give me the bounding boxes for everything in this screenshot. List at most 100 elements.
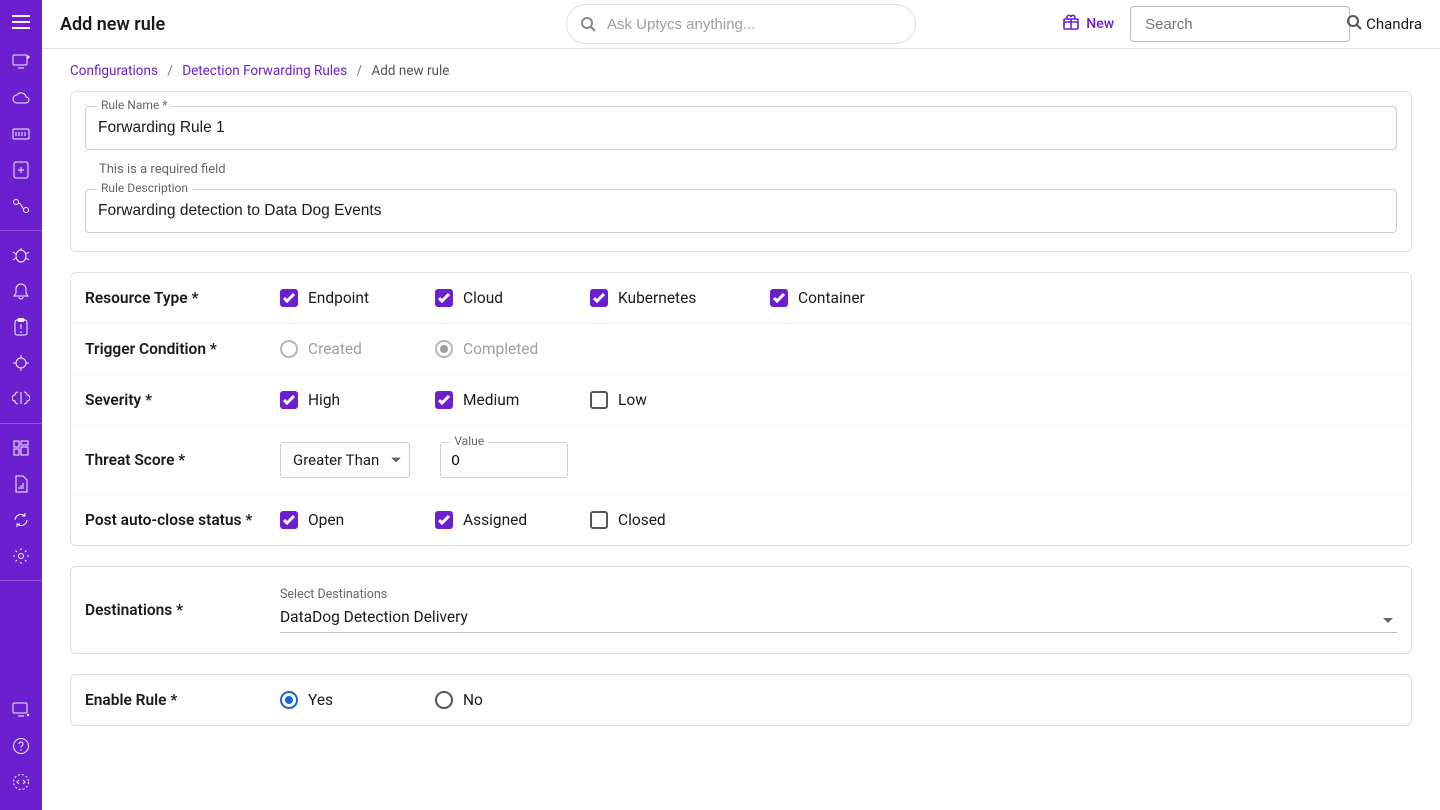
row-resource-type: Resource Type * Endpoint Cloud Kubernete… xyxy=(71,273,1411,323)
destinations-label: Destinations * xyxy=(85,601,280,619)
monitor-icon[interactable] xyxy=(0,44,42,80)
destinations-select[interactable]: DataDog Detection Delivery xyxy=(280,604,1397,633)
side-nav xyxy=(0,0,42,810)
trigger-condition-label: Trigger Condition * xyxy=(85,340,280,358)
search-input[interactable] xyxy=(1143,15,1346,34)
enable-rule-label: Enable Rule * xyxy=(85,691,280,709)
severity-label: Severity * xyxy=(85,391,280,409)
radio-completed: Completed xyxy=(435,340,540,358)
checkbox-label: Endpoint xyxy=(308,289,369,307)
radio-label: Completed xyxy=(463,340,538,358)
flow-icon[interactable] xyxy=(0,188,42,224)
target-icon[interactable] xyxy=(0,345,42,381)
radio-icon xyxy=(280,340,298,358)
dashboard-icon[interactable] xyxy=(0,430,42,466)
report-icon[interactable] xyxy=(0,466,42,502)
checkbox-icon xyxy=(435,511,453,529)
radio-yes[interactable]: Yes xyxy=(280,691,385,709)
global-search[interactable] xyxy=(1130,6,1350,42)
ask-input[interactable] xyxy=(566,4,916,44)
search-icon xyxy=(1346,14,1362,34)
page-title: Add new rule xyxy=(60,14,165,35)
checkbox-endpoint[interactable]: Endpoint xyxy=(280,289,385,307)
checkbox-icon xyxy=(435,289,453,307)
checkbox-icon xyxy=(435,391,453,409)
checkbox-cloud[interactable]: Cloud xyxy=(435,289,540,307)
checkbox-icon xyxy=(590,511,608,529)
resource-type-label: Resource Type * xyxy=(85,289,280,307)
radio-created: Created xyxy=(280,340,385,358)
checkbox-container[interactable]: Container xyxy=(770,289,875,307)
search-icon xyxy=(580,16,596,32)
cloud-icon[interactable] xyxy=(0,80,42,116)
gear-icon[interactable] xyxy=(0,538,42,574)
bell-icon[interactable] xyxy=(0,273,42,309)
checkbox-label: High xyxy=(308,391,340,409)
checkbox-high[interactable]: High xyxy=(280,391,385,409)
radio-no[interactable]: No xyxy=(435,691,540,709)
radio-label: No xyxy=(463,691,483,709)
bug-icon[interactable] xyxy=(0,237,42,273)
checkbox-label: Closed xyxy=(618,511,666,529)
card-destinations: Destinations * Select Destinations DataD… xyxy=(70,566,1412,654)
checkbox-closed[interactable]: Closed xyxy=(590,511,720,529)
new-label: New xyxy=(1086,16,1114,32)
rule-description-label: Rule Description xyxy=(97,181,192,195)
checkbox-low[interactable]: Low xyxy=(590,391,720,409)
post-status-label: Post auto-close status * xyxy=(85,511,280,529)
checkbox-icon xyxy=(280,289,298,307)
radio-label: Yes xyxy=(308,691,333,709)
ask-anything-wrap xyxy=(566,4,916,44)
radio-label: Created xyxy=(308,340,362,358)
menu-icon[interactable] xyxy=(0,0,42,44)
main: Configurations / Detection Forwarding Ru… xyxy=(42,49,1440,810)
top-bar: Add new rule New Chandra xyxy=(42,0,1440,49)
code-icon[interactable] xyxy=(0,764,42,800)
radio-icon xyxy=(435,340,453,358)
threat-score-operator-select[interactable]: Greater Than xyxy=(280,442,410,478)
checkbox-icon xyxy=(590,289,608,307)
brain-icon[interactable] xyxy=(0,381,42,417)
clipboard-alert-icon[interactable] xyxy=(0,309,42,345)
select-value: DataDog Detection Delivery xyxy=(280,608,468,626)
crumb-detection-rules[interactable]: Detection Forwarding Rules xyxy=(182,63,347,79)
checkbox-assigned[interactable]: Assigned xyxy=(435,511,540,529)
crumb-current: Add new rule xyxy=(371,63,449,79)
card-rule-basics: Rule Name * This is a required field Rul… xyxy=(70,91,1412,252)
rule-description-input[interactable] xyxy=(85,189,1397,233)
username[interactable]: Chandra xyxy=(1366,15,1422,33)
shield-plus-icon[interactable] xyxy=(0,152,42,188)
crumb-configurations[interactable]: Configurations xyxy=(70,63,158,79)
checkbox-label: Cloud xyxy=(463,289,503,307)
checkbox-icon xyxy=(770,289,788,307)
row-trigger-condition: Trigger Condition * Created Completed xyxy=(71,323,1411,374)
display-settings-icon[interactable] xyxy=(0,692,42,728)
card-criteria: Resource Type * Endpoint Cloud Kubernete… xyxy=(70,272,1412,546)
rule-name-label: Rule Name * xyxy=(97,98,171,112)
card-enable-rule: Enable Rule * Yes No xyxy=(70,674,1412,726)
checkbox-label: Medium xyxy=(463,391,519,409)
threat-score-label: Threat Score * xyxy=(85,451,280,469)
checkbox-icon xyxy=(280,511,298,529)
chevron-down-icon xyxy=(391,458,401,463)
barcode-icon[interactable] xyxy=(0,116,42,152)
help-icon[interactable] xyxy=(0,728,42,764)
checkbox-medium[interactable]: Medium xyxy=(435,391,540,409)
new-button[interactable]: New xyxy=(1062,14,1114,34)
checkbox-label: Open xyxy=(308,511,344,529)
row-severity: Severity * High Medium Low xyxy=(71,374,1411,425)
rule-name-input[interactable] xyxy=(85,106,1397,150)
checkbox-label: Kubernetes xyxy=(618,289,696,307)
refresh-icon[interactable] xyxy=(0,502,42,538)
radio-icon xyxy=(280,691,298,709)
row-threat-score: Threat Score * Greater Than Value xyxy=(71,425,1411,494)
destinations-select-label: Select Destinations xyxy=(280,587,1397,602)
radio-icon xyxy=(435,691,453,709)
checkbox-icon xyxy=(590,391,608,409)
checkbox-open[interactable]: Open xyxy=(280,511,385,529)
checkbox-label: Low xyxy=(618,391,647,409)
checkbox-icon xyxy=(280,391,298,409)
checkbox-kubernetes[interactable]: Kubernetes xyxy=(590,289,720,307)
rule-name-helper: This is a required field xyxy=(85,154,1397,189)
breadcrumb: Configurations / Detection Forwarding Ru… xyxy=(70,49,1412,91)
